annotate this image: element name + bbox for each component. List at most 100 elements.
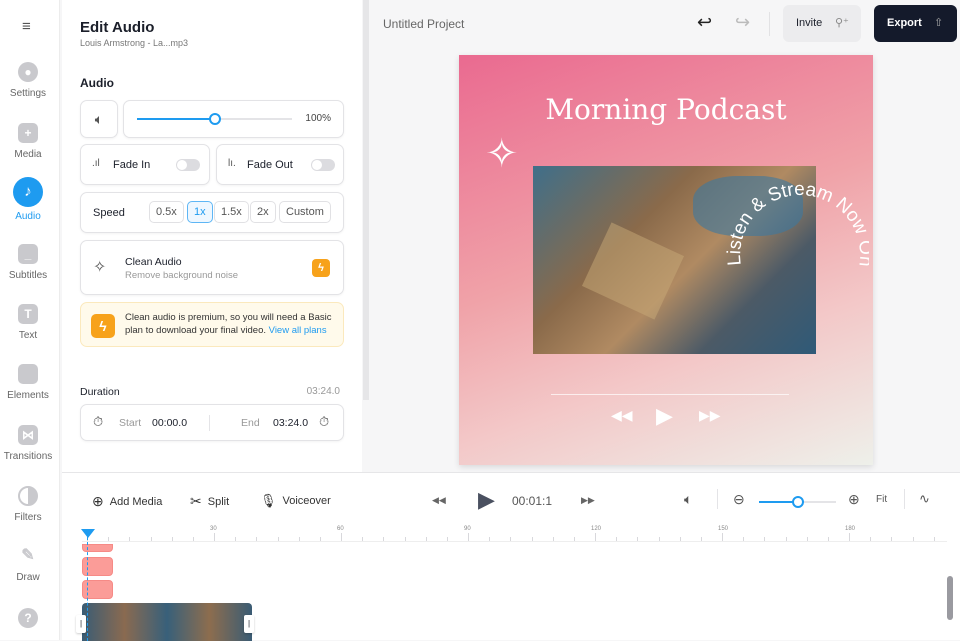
label: Elements bbox=[7, 390, 49, 401]
ruler-tick bbox=[743, 537, 745, 541]
redo-icon[interactable]: ↪ bbox=[735, 12, 750, 33]
fade-out-icon: lı. bbox=[228, 158, 236, 169]
clip-trim-handle-left[interactable]: | bbox=[76, 615, 86, 633]
ruler-tick bbox=[383, 537, 385, 541]
subtitles-icon: _ bbox=[18, 244, 38, 264]
sidebar-item-text[interactable]: T Text bbox=[0, 304, 56, 341]
split-button[interactable]: ✂ Split bbox=[190, 493, 229, 510]
ruler-tick bbox=[531, 537, 533, 541]
invite-button[interactable]: Invite ⚲⁺ bbox=[783, 5, 861, 42]
play-button[interactable]: ▶ bbox=[478, 487, 495, 513]
fade-out-label: Fade Out bbox=[247, 159, 293, 171]
premium-bolt-icon: ϟ bbox=[312, 259, 330, 277]
gear-icon: ● bbox=[18, 62, 38, 82]
mute-button[interactable]: 🔈︎ bbox=[80, 100, 118, 138]
editor-main: Untitled Project ↩ ↪ Invite ⚲⁺ Export ⇧ Mo… bbox=[369, 0, 960, 472]
skip-forward-icon[interactable]: ▶▶ bbox=[581, 495, 595, 506]
current-time: 00:01:1 bbox=[512, 494, 553, 508]
curved-text-path: Listen & Stream Now On bbox=[724, 179, 869, 268]
sidebar-item-settings[interactable]: ● Settings bbox=[0, 62, 56, 99]
project-title[interactable]: Untitled Project bbox=[383, 17, 464, 31]
sparkle-decoration-icon: ✧ bbox=[485, 132, 519, 176]
rewind-icon: ◀◀ bbox=[611, 407, 633, 423]
playhead[interactable] bbox=[81, 529, 95, 538]
ruler-tick bbox=[298, 537, 300, 541]
trim-control: ⏱︎ Start 00:00.0 End 03:24.0 ⏱︎ bbox=[80, 404, 344, 441]
filters-icon bbox=[18, 486, 38, 506]
sidebar-item-elements[interactable]: Elements bbox=[0, 364, 56, 401]
invite-label: Invite bbox=[796, 17, 823, 29]
clean-audio-card[interactable]: ✧ Clean Audio Remove background noise ϟ bbox=[80, 240, 344, 295]
ruler bbox=[82, 541, 947, 542]
menu-icon[interactable]: ≡ bbox=[22, 18, 31, 35]
curved-text[interactable]: Listen & Stream Now On bbox=[719, 155, 869, 325]
progress-line bbox=[551, 394, 789, 395]
timeline-scrollbar[interactable] bbox=[947, 576, 953, 620]
zoom-in-icon[interactable]: ⊕ bbox=[848, 491, 860, 508]
fade-out-toggle[interactable] bbox=[311, 159, 335, 171]
stopwatch-icon: ⏱︎ bbox=[319, 414, 330, 429]
ruler-tick bbox=[637, 537, 639, 541]
fade-in-toggle[interactable] bbox=[176, 159, 200, 171]
speed-0.5x[interactable]: 0.5x bbox=[149, 201, 184, 223]
sidebar-item-media[interactable]: + Media bbox=[0, 123, 56, 160]
export-button[interactable]: Export ⇧ bbox=[874, 5, 957, 42]
clip-trim-handle-right[interactable]: | bbox=[244, 615, 254, 633]
premium-notice: ϟ Clean audio is premium, so you will ne… bbox=[80, 302, 344, 347]
sidebar-item-subtitles[interactable]: _ Subtitles bbox=[0, 244, 56, 281]
ruler-tick bbox=[446, 537, 448, 541]
zoom-slider-handle[interactable] bbox=[791, 496, 804, 508]
sidebar-item-filters[interactable]: Filters bbox=[0, 486, 56, 523]
ruler-tick bbox=[933, 537, 935, 541]
volume-icon[interactable]: 🔈︎ bbox=[684, 491, 692, 508]
divider bbox=[717, 489, 718, 509]
speed-custom[interactable]: Custom bbox=[279, 201, 331, 223]
start-time-input[interactable]: 00:00.0 bbox=[152, 417, 187, 429]
sidebar-item-draw[interactable]: ✎ Draw bbox=[0, 546, 56, 583]
canvas-title[interactable]: Morning Podcast bbox=[459, 93, 873, 126]
label: Audio bbox=[15, 211, 41, 222]
speed-2x[interactable]: 2x bbox=[250, 201, 276, 223]
ruler-tick bbox=[214, 533, 215, 541]
file-name: Louis Armstrong - La...mp3 bbox=[80, 38, 189, 48]
voiceover-button[interactable]: 🎙︎ Voiceover bbox=[260, 493, 331, 509]
ruler-tick bbox=[235, 537, 237, 541]
play-icon: ▶ bbox=[656, 403, 673, 428]
ruler-tick bbox=[616, 537, 618, 541]
pencil-icon: ✎ bbox=[21, 547, 35, 564]
undo-icon[interactable]: ↩ bbox=[697, 12, 712, 33]
elements-icon bbox=[18, 364, 38, 384]
volume-slider-handle[interactable] bbox=[208, 113, 221, 125]
ruler-tick bbox=[722, 533, 723, 541]
speed-1.5x[interactable]: 1.5x bbox=[214, 201, 249, 223]
ruler-tick bbox=[870, 537, 872, 541]
ruler-tick bbox=[319, 537, 321, 541]
view-all-plans-link[interactable]: View all plans bbox=[269, 325, 327, 336]
ruler-tick bbox=[489, 537, 491, 541]
bolt-icon: ϟ bbox=[91, 314, 115, 338]
sidebar-item-audio[interactable]: ♪ Audio bbox=[0, 177, 56, 222]
add-media-button[interactable]: ⊕ Add Media bbox=[92, 493, 162, 510]
fit-button[interactable]: Fit bbox=[876, 494, 887, 505]
help-icon[interactable]: ? bbox=[18, 608, 38, 628]
ruler-tick bbox=[573, 537, 575, 541]
zoom-out-icon[interactable]: ⊖ bbox=[733, 491, 745, 508]
ruler-tick bbox=[277, 537, 279, 541]
ruler-tick bbox=[785, 537, 787, 541]
ruler-tick bbox=[700, 537, 702, 541]
skip-back-icon[interactable]: ◀◀ bbox=[432, 495, 446, 506]
video-clip[interactable] bbox=[82, 603, 252, 641]
label: Transitions bbox=[3, 451, 53, 462]
waveform-icon[interactable]: ∿ bbox=[919, 491, 930, 507]
sidebar-item-transitions[interactable]: ⋈ Transitions bbox=[0, 425, 56, 462]
ruler-tick bbox=[510, 537, 512, 541]
end-time-input[interactable]: 03:24.0 bbox=[273, 417, 308, 429]
clean-audio-subtitle: Remove background noise bbox=[125, 270, 239, 281]
ruler-tick-label: 60 bbox=[337, 526, 344, 532]
speed-1x[interactable]: 1x bbox=[187, 201, 213, 223]
ruler-tick-label: 180 bbox=[845, 526, 856, 532]
ruler-tick bbox=[404, 537, 406, 541]
ruler-tick bbox=[150, 537, 152, 541]
video-canvas[interactable]: Morning Podcast ✧ Listen & Stream Now On… bbox=[459, 55, 873, 465]
ruler-tick bbox=[764, 537, 766, 541]
